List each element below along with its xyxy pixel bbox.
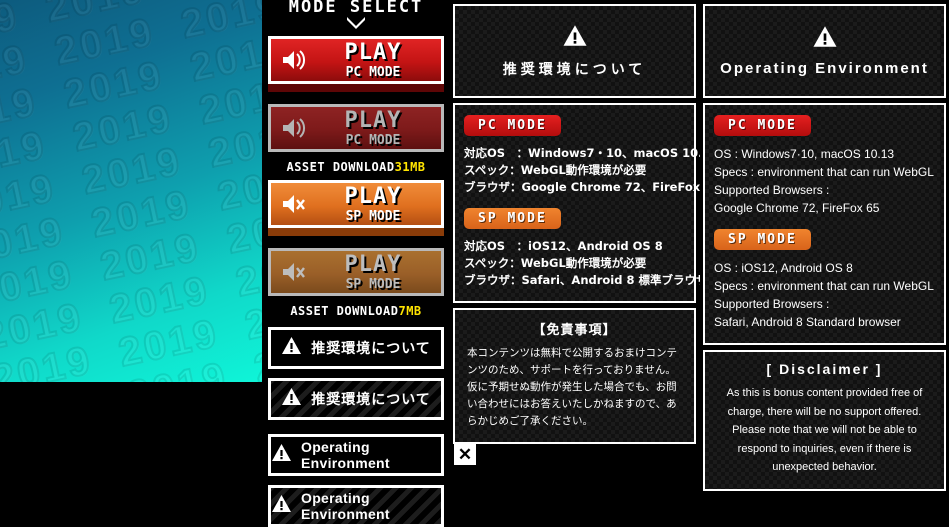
panel-jp-disclaimer: 【免責事項】 本コンテンツは無料で公開するおまけコンテンツのため、サポートを行っ… bbox=[453, 308, 696, 444]
play-pc-mode-disabled-button[interactable]: PLAY PC MODE bbox=[268, 104, 444, 152]
panel-en-pc-line-1: OS : Windows7·10, macOS 10.13 bbox=[714, 147, 895, 161]
play-pc-mode-button-shell: PLAY PC MODE bbox=[262, 36, 450, 92]
warning-triangle-icon bbox=[271, 494, 292, 518]
play-pc-disabled-line2: PC MODE bbox=[345, 132, 401, 148]
speaker-on-icon bbox=[277, 117, 311, 139]
pc-mode-tag-jp: PC MODE bbox=[464, 115, 561, 136]
panel-jp-header: 推奨環境について bbox=[453, 4, 696, 98]
env-button-jp-striped[interactable]: 推奨環境について bbox=[268, 378, 444, 420]
asset-download-sp-label: ASSET DOWNLOAD bbox=[290, 304, 399, 318]
play-sp-disabled-line1: PLAY bbox=[344, 251, 402, 277]
close-icon[interactable]: ✕ bbox=[454, 443, 476, 465]
asset-download-pc: ASSET DOWNLOAD31MB bbox=[262, 160, 450, 174]
warning-triangle-icon bbox=[812, 25, 838, 53]
operating-environment-panel-en: Operating Environment PC MODE OS : Windo… bbox=[700, 0, 949, 520]
play-sp-disabled-label: PLAY SP MODE bbox=[311, 251, 435, 292]
panel-en-header: Operating Environment bbox=[703, 4, 946, 98]
env-button-en-striped[interactable]: Operating Environment bbox=[268, 485, 444, 527]
env-button-jp-striped-label: 推奨環境について bbox=[311, 392, 431, 408]
panel-en-sp-line-3: Supported Browsers : bbox=[714, 297, 830, 311]
warning-triangle-icon bbox=[281, 336, 302, 360]
operating-environment-panel-jp: 推奨環境について PC MODE 対応OS ：Windows7・10、macOS… bbox=[450, 0, 721, 520]
chevron-down-icon bbox=[262, 16, 450, 30]
panel-en-title: Operating Environment bbox=[720, 60, 929, 77]
panel-en-sp-line-1: OS : iOS12, Android OS 8 bbox=[714, 261, 853, 275]
play-sp-mode-button-shell: PLAY SP MODE bbox=[262, 180, 450, 236]
panel-jp-pc-line-3: ブラウザ：Google Chrome 72、FireFox 65 bbox=[464, 180, 721, 194]
panel-en-sp-line-2: Specs : environment that can run WebGL bbox=[714, 279, 934, 293]
panel-en-disclaimer-title: [ Disclaimer ] bbox=[766, 361, 883, 377]
panel-jp-specs: PC MODE 対応OS ：Windows7・10、macOS 10.13 スペ… bbox=[453, 103, 721, 303]
chevron-down-glyph bbox=[347, 17, 365, 29]
speaker-on-icon bbox=[277, 49, 311, 71]
play-sp-mode-disabled-shell: PLAY SP MODE bbox=[262, 248, 450, 296]
panel-en-specs: PC MODE OS : Windows7·10, macOS 10.13 Sp… bbox=[703, 103, 946, 345]
asset-download-pc-label: ASSET DOWNLOAD bbox=[286, 160, 395, 174]
panel-jp-sp-line-2: スペック：WebGL動作環境が必要 bbox=[464, 256, 647, 270]
panel-en-pc-line-4: Google Chrome 72, FireFox 65 bbox=[714, 201, 880, 215]
play-pc-disabled-line1: PLAY bbox=[344, 107, 402, 133]
asset-download-pc-size: 31MB bbox=[394, 160, 426, 174]
pc-mode-tag-en: PC MODE bbox=[714, 115, 811, 136]
year-pattern-watermark: 2019 2019 2019 2019 2019 2019 2019 2019 … bbox=[0, 0, 262, 382]
play-sp-line2: SP MODE bbox=[345, 208, 401, 224]
play-pc-button-shadow bbox=[268, 84, 444, 92]
warning-triangle-icon bbox=[562, 24, 588, 52]
speaker-off-icon bbox=[277, 193, 311, 215]
panel-jp-sp-line-1: 対応OS ：iOS12、Android OS 8 bbox=[464, 239, 663, 253]
play-pc-mode-label: PLAY PC MODE bbox=[311, 39, 435, 80]
play-sp-mode-button[interactable]: PLAY SP MODE bbox=[268, 180, 444, 228]
sp-mode-tag-en: SP MODE bbox=[714, 229, 811, 250]
play-sp-mode-disabled-button[interactable]: PLAY SP MODE bbox=[268, 248, 444, 296]
play-sp-button-shadow bbox=[268, 228, 444, 236]
env-button-en-striped-label: Operating Environment bbox=[301, 490, 390, 522]
panel-jp-disclaimer-title: 【免責事項】 bbox=[532, 323, 617, 338]
play-pc-line2: PC MODE bbox=[345, 64, 401, 80]
panel-jp-sp-line-3: ブラウザ：Safari、Android 8 標準ブラウザ bbox=[464, 273, 708, 287]
panel-en-disclaimer: [ Disclaimer ] As this is bonus content … bbox=[703, 350, 946, 491]
play-sp-mode-label: PLAY SP MODE bbox=[311, 183, 435, 224]
env-button-en-solid-label: Operating Environment bbox=[301, 439, 390, 471]
play-pc-mode-button[interactable]: PLAY PC MODE bbox=[268, 36, 444, 84]
warning-triangle-icon bbox=[281, 387, 302, 411]
panel-jp-disclaimer-body: 本コンテンツは無料で公開するおまけコンテンツのため、サポートを行っておりません。… bbox=[467, 347, 677, 427]
play-pc-mode-disabled-shell: PLAY PC MODE bbox=[262, 104, 450, 152]
panel-en-disclaimer-body: As this is bonus content provided free o… bbox=[726, 387, 923, 473]
asset-download-sp-size: 7MB bbox=[398, 304, 422, 318]
panel-jp-title: 推奨環境について bbox=[502, 61, 647, 78]
panel-en-sp-line-4: Safari, Android 8 Standard browser bbox=[714, 315, 901, 329]
warning-triangle-icon bbox=[271, 443, 292, 467]
play-sp-line1: PLAY bbox=[344, 183, 402, 209]
mode-select-column: MODE SELECT PLAY PC MODE PLAY PC MODE AS… bbox=[262, 0, 450, 527]
panel-jp-pc-line-2: スペック：WebGL動作環境が必要 bbox=[464, 163, 647, 177]
play-pc-disabled-label: PLAY PC MODE bbox=[311, 107, 435, 148]
panel-en-pc-line-3: Supported Browsers : bbox=[714, 183, 830, 197]
preview-background-panel: 2019 2019 2019 2019 2019 2019 2019 2019 … bbox=[0, 0, 262, 382]
env-button-en-solid[interactable]: Operating Environment bbox=[268, 434, 444, 476]
mode-select-title: MODE SELECT bbox=[288, 0, 424, 17]
asset-download-sp: ASSET DOWNLOAD7MB bbox=[262, 304, 450, 318]
panel-en-pc-line-2: Specs : environment that can run WebGL bbox=[714, 165, 934, 179]
env-button-jp-solid-label: 推奨環境について bbox=[311, 341, 431, 357]
sp-mode-tag-jp: SP MODE bbox=[464, 208, 561, 229]
panel-jp-pc-line-1: 対応OS ：Windows7・10、macOS 10.13 bbox=[464, 146, 719, 160]
env-button-jp-solid[interactable]: 推奨環境について bbox=[268, 327, 444, 369]
play-pc-line1: PLAY bbox=[344, 39, 402, 65]
speaker-off-icon bbox=[277, 261, 311, 283]
play-sp-disabled-line2: SP MODE bbox=[345, 276, 401, 292]
